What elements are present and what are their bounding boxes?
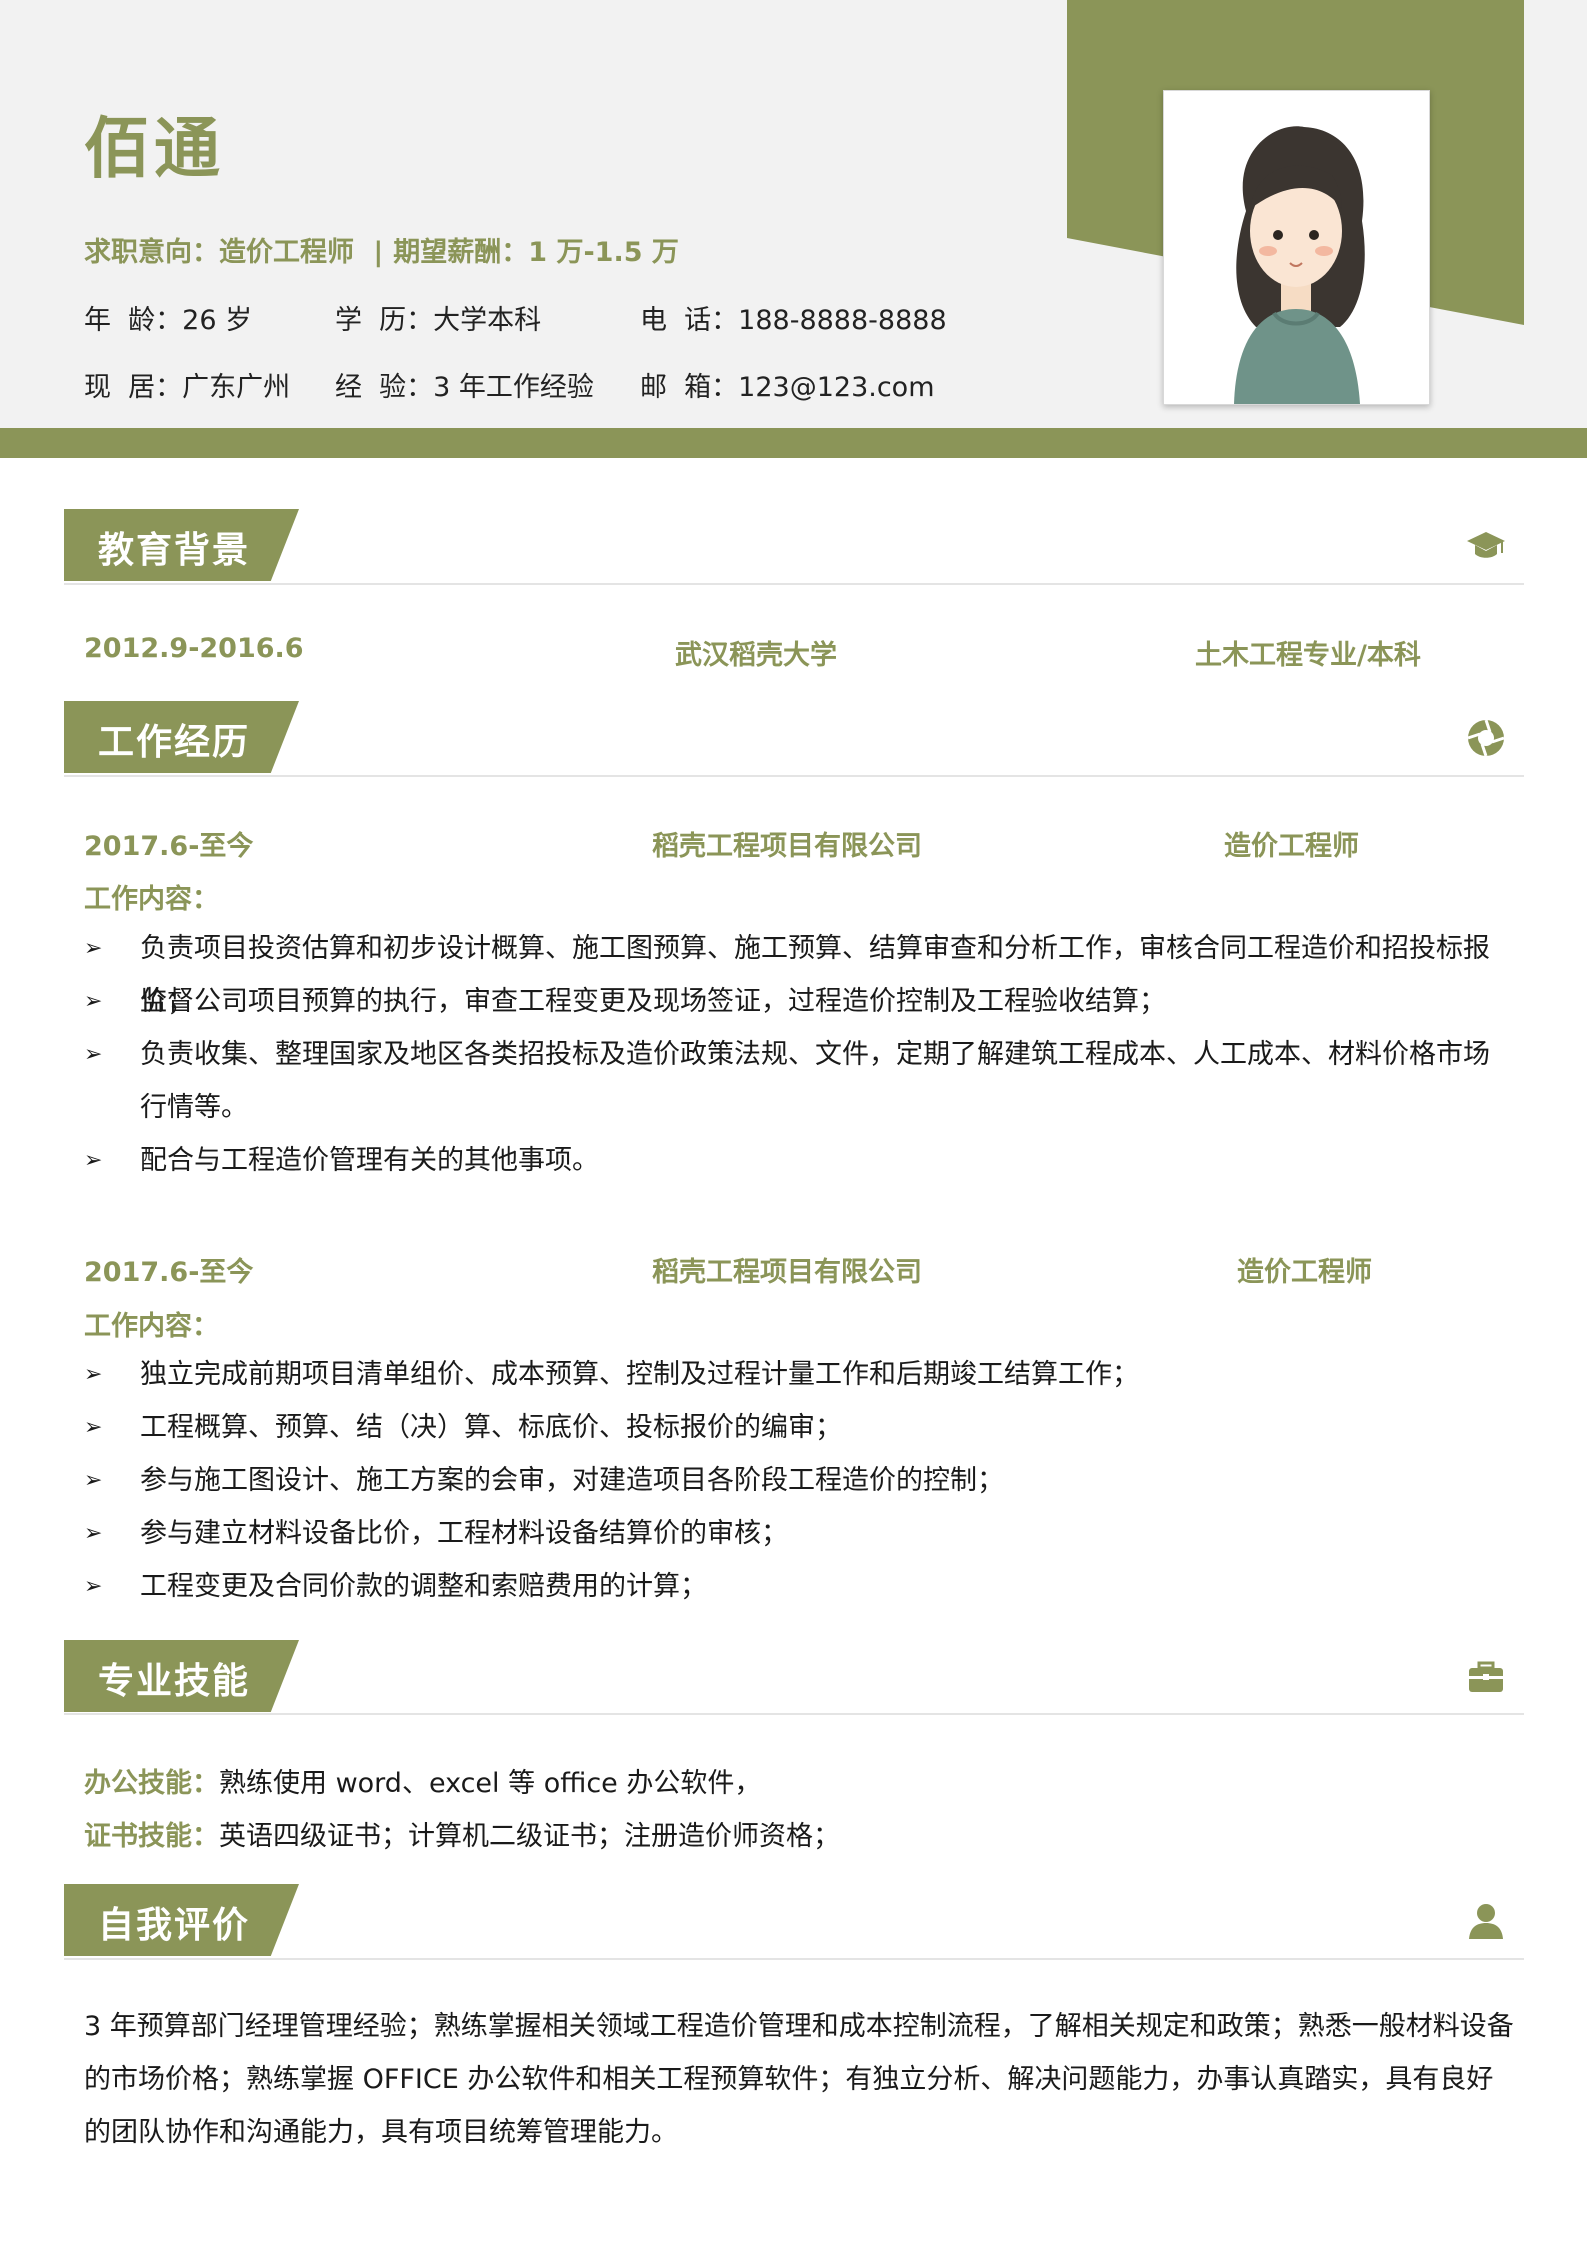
list-item: ➢ 参与建立材料设备比价，工程材料设备结算价的审核；: [84, 1507, 1514, 1560]
education-school: 武汉稻壳大学: [675, 640, 837, 671]
bullet-arrow-icon: ➢: [84, 1574, 103, 1599]
skill-value: 熟练使用 word、excel 等 office 办公软件，: [219, 1768, 762, 1799]
info-value: 3 年工作经验: [433, 372, 594, 403]
user-icon: [1469, 1904, 1503, 1939]
list-item: ➢ 负责收集、整理国家及地区各类招投标及造价政策法规、文件，定期了解建筑工程成本…: [84, 1028, 1514, 1134]
intent-value: 造价工程师: [219, 237, 354, 268]
bullet-arrow-icon: ➢: [84, 1415, 103, 1440]
salary-label: 期望薪酬：: [393, 237, 529, 268]
skill-value: 英语四级证书；计算机二级证书；注册造价师资格；: [219, 1821, 840, 1852]
section-title-text: 专业技能: [98, 1661, 251, 1702]
avatar-photo: [1163, 90, 1430, 405]
section-title-text: 自我评价: [98, 1905, 251, 1946]
list-item: ➢ 配合与工程造价管理有关的其他事项。: [84, 1134, 1514, 1187]
work-date: 2017.6-至今: [84, 831, 254, 862]
self-evaluation-text: 3 年预算部门经理管理经验；熟练掌握相关领域工程造价管理和成本控制流程，了解相关…: [84, 2011, 1514, 2148]
section-underline: [64, 775, 1524, 777]
info-phone: 电 话：188-8888-8888: [640, 298, 947, 337]
section-underline: [64, 1958, 1524, 1960]
skill-label: 办公技能：: [84, 1768, 219, 1799]
list-item-text: 工程变更及合同价款的调整和索赔费用的计算；: [140, 1571, 707, 1602]
section-underline: [64, 1713, 1524, 1715]
bullet-arrow-icon: ➢: [84, 989, 103, 1014]
list-item: ➢ 参与施工图设计、施工方案的会审，对建造项目各阶段工程造价的控制；: [84, 1454, 1514, 1507]
info-label: 学 历：: [335, 305, 434, 336]
graduation-cap-icon: [1467, 532, 1505, 558]
list-item-text: 负责收集、整理国家及地区各类招投标及造价政策法规、文件，定期了解建筑工程成本、人…: [140, 1039, 1490, 1123]
education-major: 土木工程专业/本科: [1195, 640, 1421, 671]
avatar-illustration: [1234, 126, 1365, 404]
bullet-arrow-icon: ➢: [84, 1521, 103, 1546]
list-item-text: 参与建立材料设备比价，工程材料设备结算价的审核；: [140, 1518, 788, 1549]
info-residence: 现 居：广东广州: [84, 365, 290, 404]
info-label: 年 龄：: [84, 305, 183, 336]
work-role: 造价工程师: [1224, 831, 1359, 862]
work-role: 造价工程师: [1237, 1257, 1372, 1288]
briefcase-icon: [1469, 1661, 1503, 1692]
list-item-text: 配合与工程造价管理有关的其他事项。: [140, 1145, 599, 1176]
info-value: 大学本科: [433, 305, 542, 336]
info-value: 广东广州: [182, 372, 291, 403]
info-value: 123@123.com: [738, 372, 935, 403]
skill-label: 证书技能：: [84, 1821, 219, 1852]
header-divider-bar: [0, 428, 1587, 458]
section-title-text: 工作经历: [98, 722, 251, 763]
list-item: ➢ 监督公司项目预算的执行，审查工程变更及现场签证，过程造价控制及工程验收结算；: [84, 975, 1514, 1028]
candidate-name: 佰通: [84, 110, 224, 187]
section-title-text: 教育背景: [98, 530, 251, 571]
section-underline: [64, 583, 1524, 585]
job-intent: 求职意向：造价工程师 | 期望薪酬：1 万-1.5 万: [84, 230, 679, 269]
list-item-text: 监督公司项目预算的执行，审查工程变更及现场签证，过程造价控制及工程验收结算；: [140, 986, 1166, 1017]
info-age: 年 龄：26 岁: [84, 298, 252, 337]
work-content-label: 工作内容：: [84, 1311, 219, 1342]
list-item-text: 独立完成前期项目清单组价、成本预算、控制及过程计量工作和后期竣工结算工作；: [140, 1359, 1139, 1390]
info-experience: 经 验：3 年工作经验: [335, 365, 594, 404]
info-label: 现 居：: [84, 372, 183, 403]
aperture-icon: [1467, 719, 1505, 757]
work-content-label: 工作内容：: [84, 884, 219, 915]
skill-office: 办公技能：熟练使用 word、excel 等 office 办公软件，: [84, 1761, 761, 1800]
bullet-arrow-icon: ➢: [84, 936, 103, 961]
list-item-text: 工程概算、预算、结（决）算、标底价、投标报价的编审；: [140, 1412, 842, 1443]
work-company: 稻壳工程项目有限公司: [652, 831, 922, 862]
bullet-arrow-icon: ➢: [84, 1362, 103, 1387]
education-date: 2012.9-2016.6: [84, 633, 304, 664]
intent-divider: |: [373, 237, 384, 268]
skill-certificates: 证书技能：英语四级证书；计算机二级证书；注册造价师资格；: [84, 1814, 840, 1853]
bullet-arrow-icon: ➢: [84, 1468, 103, 1493]
list-item-text: 参与施工图设计、施工方案的会审，对建造项目各阶段工程造价的控制；: [140, 1465, 1004, 1496]
info-label: 邮 箱：: [640, 372, 739, 403]
work-date: 2017.6-至今: [84, 1257, 254, 1288]
info-email: 邮 箱：123@123.com: [640, 365, 935, 404]
bullet-arrow-icon: ➢: [84, 1148, 103, 1173]
info-label: 电 话：: [640, 305, 739, 336]
info-label: 经 验：: [335, 372, 434, 403]
bullet-arrow-icon: ➢: [84, 1042, 103, 1067]
info-value: 188-8888-8888: [738, 305, 947, 336]
list-item: ➢ 工程概算、预算、结（决）算、标底价、投标报价的编审；: [84, 1401, 1514, 1454]
list-item: ➢ 工程变更及合同价款的调整和索赔费用的计算；: [84, 1560, 1514, 1613]
work-company: 稻壳工程项目有限公司: [652, 1257, 922, 1288]
salary-value: 1 万-1.5 万: [528, 237, 679, 268]
list-item: ➢ 独立完成前期项目清单组价、成本预算、控制及过程计量工作和后期竣工结算工作；: [84, 1348, 1514, 1401]
info-education: 学 历：大学本科: [335, 298, 541, 337]
info-value: 26 岁: [182, 305, 253, 336]
intent-label: 求职意向：: [84, 237, 219, 268]
